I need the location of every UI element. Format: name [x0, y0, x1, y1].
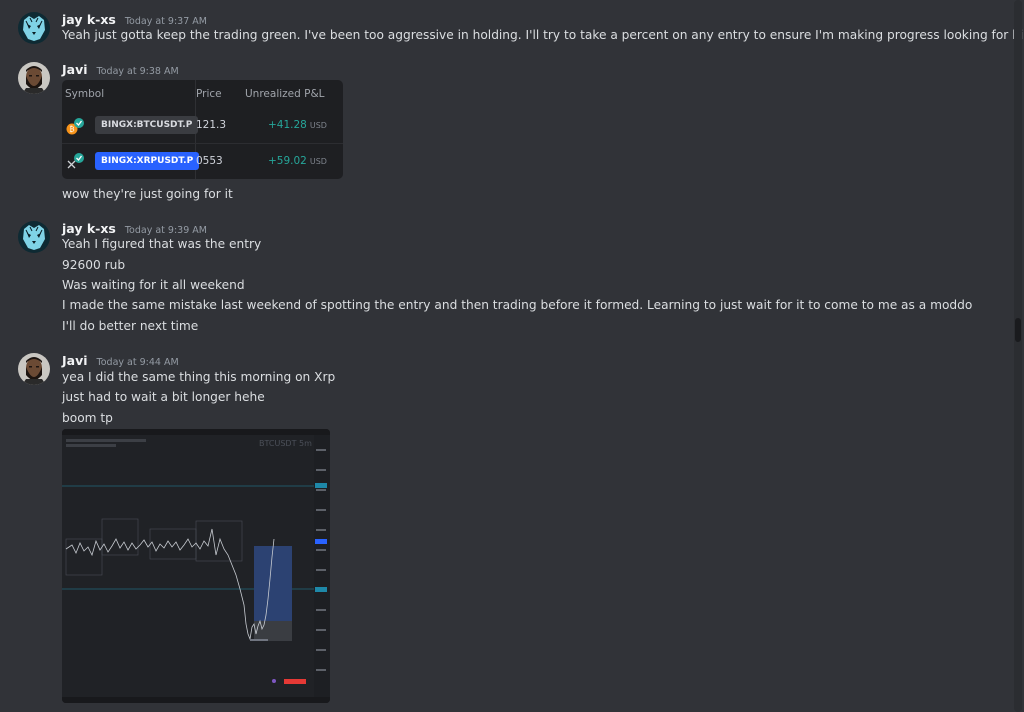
author-name[interactable]: Javi — [62, 353, 88, 368]
message-group: Javi Today at 9:44 AM yea I did the same… — [0, 0, 1010, 712]
scrollbar-track[interactable] — [1014, 0, 1022, 712]
message-text: yea I did the same thing this morning on… — [62, 370, 336, 384]
bearded-man-avatar-icon[interactable] — [18, 353, 50, 385]
chart-watermark: BTCUSDT 5m — [259, 439, 312, 448]
message-text: just had to wait a bit longer hehe — [62, 390, 265, 404]
chart-screenshot-attachment[interactable]: BTCUSDT 5m — [62, 429, 330, 703]
message-timestamp: Today at 9:44 AM — [96, 357, 179, 368]
message-text: boom tp — [62, 411, 113, 425]
scrollbar-thumb[interactable] — [1015, 318, 1021, 342]
